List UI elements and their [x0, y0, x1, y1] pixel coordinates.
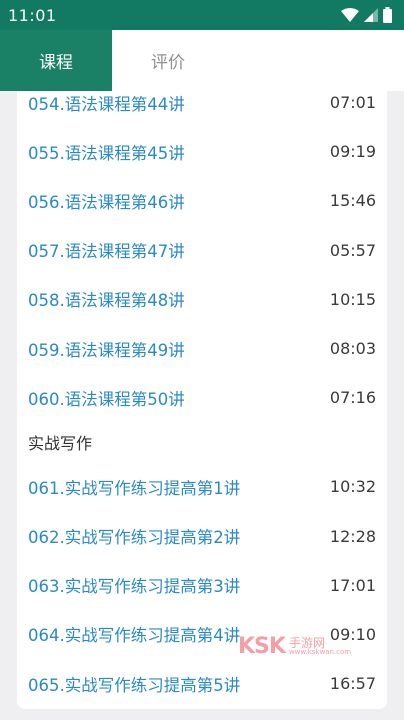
lesson-title: 054.语法课程第44讲 [28, 94, 185, 114]
lesson-title: 058.语法课程第48讲 [28, 291, 185, 311]
list-item[interactable]: 059.语法课程第49讲 08:03 [17, 324, 387, 373]
lesson-duration: 12:28 [329, 526, 376, 546]
lesson-duration: 07:16 [329, 388, 376, 408]
lesson-duration: 07:01 [329, 93, 376, 113]
lesson-title: 060.语法课程第50讲 [28, 389, 185, 409]
battery-icon [383, 7, 392, 23]
lesson-title: 065.实战写作练习提高第5讲 [28, 675, 241, 695]
lesson-duration: 09:10 [329, 624, 376, 644]
lesson-duration: 15:46 [329, 191, 376, 211]
status-bar: 11:01 [0, 0, 404, 30]
list-item[interactable]: 055.语法课程第45讲 09:19 [17, 127, 387, 176]
status-time: 11:01 [8, 5, 57, 25]
course-list-card: 054.语法课程第44讲 07:01 055.语法课程第45讲 09:19 05… [17, 91, 387, 709]
lesson-duration: 08:03 [329, 339, 376, 359]
list-item[interactable]: 056.语法课程第46讲 15:46 [17, 176, 387, 225]
lesson-duration: 05:57 [329, 240, 376, 260]
lesson-title: 062.实战写作练习提高第2讲 [28, 528, 241, 548]
lesson-title: 056.语法课程第46讲 [28, 192, 185, 212]
tab-reviews[interactable]: 评价 [112, 30, 224, 91]
lesson-duration: 10:32 [329, 477, 376, 497]
lesson-duration: 09:19 [329, 142, 376, 162]
list-item[interactable]: 064.实战写作练习提高第4讲 09:10 [17, 610, 387, 659]
tab-course[interactable]: 课程 [0, 30, 112, 91]
list-item[interactable]: 063.实战写作练习提高第3讲 17:01 [17, 561, 387, 610]
list-item[interactable]: 061.实战写作练习提高第1讲 10:32 [17, 462, 387, 511]
tab-bar: 课程 评价 [0, 30, 404, 91]
lesson-title: 057.语法课程第47讲 [28, 242, 185, 262]
signal-icon [364, 8, 378, 22]
list-item[interactable]: 058.语法课程第48讲 10:15 [17, 275, 387, 324]
lesson-title: 064.实战写作练习提高第4讲 [28, 626, 241, 646]
lesson-duration: 16:57 [329, 674, 376, 694]
lesson-title: 061.实战写作练习提高第1讲 [28, 478, 241, 498]
list-item[interactable]: 060.语法课程第50讲 07:16 [17, 373, 387, 422]
status-icons [341, 7, 392, 23]
lesson-duration: 10:15 [329, 289, 376, 309]
lesson-title: 059.语法课程第49讲 [28, 340, 185, 360]
lesson-title: 055.语法课程第45讲 [28, 143, 185, 163]
section-header: 实战写作 [28, 434, 93, 454]
wifi-icon [341, 8, 359, 22]
lesson-duration: 17:01 [329, 575, 376, 595]
list-item[interactable]: 062.实战写作练习提高第2讲 12:28 [17, 512, 387, 561]
course-list: 054.语法课程第44讲 07:01 055.语法课程第45讲 09:19 05… [17, 91, 387, 708]
list-item[interactable]: 054.语法课程第44讲 07:01 [17, 91, 387, 127]
list-item[interactable]: 057.语法课程第47讲 05:57 [17, 226, 387, 275]
list-item[interactable]: 065.实战写作练习提高第5讲 16:57 [17, 659, 387, 708]
lesson-title: 063.实战写作练习提高第3讲 [28, 577, 241, 597]
course-list-scroll[interactable]: 054.语法课程第44讲 07:01 055.语法课程第45讲 09:19 05… [0, 91, 404, 720]
